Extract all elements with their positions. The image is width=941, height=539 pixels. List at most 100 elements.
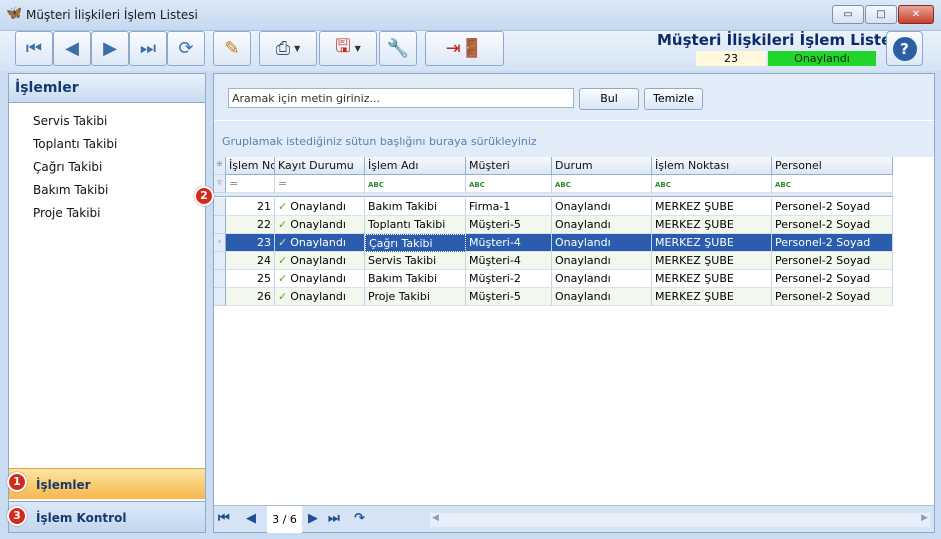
nav-item-cagri-takibi[interactable]: Çağrı Takibi <box>33 160 117 183</box>
nav-last-icon[interactable]: ⏭ <box>328 511 340 526</box>
refresh-icon: ⟳ <box>178 38 194 59</box>
filter-cell-musteri[interactable]: ABC <box>466 175 552 193</box>
cell-islem-adi: Bakım Takibi <box>365 270 466 288</box>
exit-icon: ⇥🚪 <box>445 38 484 59</box>
row-indicator[interactable] <box>214 216 226 234</box>
row-indicator[interactable] <box>214 288 226 306</box>
scroll-left-icon[interactable]: ◀ <box>432 513 439 523</box>
nav-item-toplanti-takibi[interactable]: Toplantı Takibi <box>33 137 117 160</box>
column-header-islem-noktasi[interactable]: İşlem Noktası <box>652 157 772 175</box>
cell-durum: Onaylandı <box>552 198 652 216</box>
filter-cell-islem-no[interactable]: = <box>226 175 275 193</box>
row-indicator-current[interactable]: › <box>214 234 226 252</box>
nav-next-icon[interactable]: ▶ <box>308 511 318 526</box>
prev-record-button[interactable]: ◀ <box>53 31 91 66</box>
column-header-musteri[interactable]: Müşteri <box>466 157 552 175</box>
search-input[interactable] <box>228 88 574 108</box>
exit-button[interactable]: ⇥🚪 <box>425 31 504 66</box>
table-row-selected[interactable]: › 23 ✓ Onaylandı Çağrı Takibi Müşteri-4 O… <box>214 234 893 252</box>
nav-prev-icon[interactable]: ◀ <box>246 511 256 526</box>
edit-button[interactable]: ✎ <box>213 31 251 66</box>
scroll-right-icon[interactable]: ▶ <box>921 513 928 523</box>
refresh-button[interactable]: ⟳ <box>167 31 205 66</box>
nav-group-islem-kontrol[interactable]: İşlem Kontrol <box>9 501 205 532</box>
edit-icon: ✎ <box>224 38 240 59</box>
table-row[interactable]: 21 ✓ Onaylandı Bakım Takibi Firma-1 Onayl… <box>214 198 893 216</box>
row-indicator[interactable] <box>214 252 226 270</box>
horizontal-scrollbar[interactable]: ◀ ▶ <box>430 513 930 527</box>
row-indicator[interactable] <box>214 270 226 288</box>
cell-musteri: Müşteri-4 <box>466 252 552 270</box>
cell-kayit-durumu: ✓ Onaylandı <box>275 270 365 288</box>
column-header-durum[interactable]: Durum <box>552 157 652 175</box>
column-header-personel[interactable]: Personel <box>772 157 893 175</box>
nav-item-proje-takibi[interactable]: Proje Takibi <box>33 206 117 229</box>
clear-button[interactable]: Temizle <box>644 88 703 110</box>
cell-kayit-durumu: ✓ Onaylandı <box>275 234 365 252</box>
first-record-button[interactable]: ⏮ <box>15 31 53 66</box>
table-row[interactable]: 22 ✓ Onaylandı Toplantı Takibi Müşteri-5 … <box>214 216 893 234</box>
cell-islem-no: 23 <box>226 234 275 252</box>
last-icon: ⏭ <box>139 38 157 59</box>
filter-icon[interactable]: ▿ <box>214 175 226 193</box>
filter-cell-islem-adi[interactable]: ABC <box>365 175 466 193</box>
cell-personel: Personel-2 Soyad <box>772 270 893 288</box>
close-button[interactable]: ✕ <box>898 5 934 24</box>
cell-personel: Personel-2 Soyad <box>772 252 893 270</box>
help-button[interactable]: ? <box>886 31 923 66</box>
row-indicator[interactable] <box>214 198 226 216</box>
cell-islem-adi: Bakım Takibi <box>365 198 466 216</box>
cell-islem-noktasi: MERKEZ ŞUBE <box>652 216 772 234</box>
cell-personel: Personel-2 Soyad <box>772 216 893 234</box>
find-button[interactable]: Bul <box>579 88 639 110</box>
filter-cell-personel[interactable]: ABC <box>772 175 893 193</box>
chevron-down-icon: ▼ <box>294 44 301 53</box>
prev-icon: ◀ <box>65 38 79 59</box>
first-icon: ⏮ <box>25 38 43 59</box>
cell-islem-noktasi: MERKEZ ŞUBE <box>652 270 772 288</box>
export-pdf-icon: 🖫 <box>335 35 351 57</box>
column-header-kayit-durumu[interactable]: Kayıt Durumu <box>275 157 365 175</box>
column-chooser-icon[interactable]: ✳ <box>214 157 226 175</box>
cell-personel: Personel-2 Soyad <box>772 234 893 252</box>
minimize-button[interactable]: ▭ <box>832 5 864 24</box>
cell-islem-no: 21 <box>226 198 275 216</box>
toolbar: ⏮ ◀ ▶ ⏭ ⟳ ✎ ⎙ ▼ 🖫 ▼ 🔧 ⇥🚪 Müşteri İlişkiler… <box>0 31 941 71</box>
filter-operator: = <box>278 177 288 190</box>
cell-musteri: Müşteri-2 <box>466 270 552 288</box>
nav-item-bakim-takibi[interactable]: Bakım Takibi <box>33 183 117 206</box>
filter-cell-durum[interactable]: ABC <box>552 175 652 193</box>
filter-cell-kayit-durumu[interactable]: = <box>275 175 365 193</box>
window-title: Müşteri İlişkileri İşlem Listesi <box>26 8 198 22</box>
cell-islem-noktasi: MERKEZ ŞUBE <box>652 234 772 252</box>
cell-musteri: Firma-1 <box>466 198 552 216</box>
cell-durum: Onaylandı <box>552 270 652 288</box>
cell-personel: Personel-2 Soyad <box>772 288 893 306</box>
cell-durum: Onaylandı <box>552 288 652 306</box>
table-row[interactable]: 26 ✓ Onaylandı Proje Takibi Müşteri-5 Ona… <box>214 288 893 306</box>
maximize-button[interactable]: □ <box>865 5 897 24</box>
print-button[interactable]: ⎙ ▼ <box>259 31 317 66</box>
main-pane: Bul Temizle Gruplamak istediğiniz sütun … <box>213 73 935 533</box>
group-by-panel[interactable]: Gruplamak istediğiniz sütun başlığını bu… <box>214 120 934 157</box>
callout-badge-3: 3 <box>7 506 27 526</box>
nav-group-islemler[interactable]: İşlemler <box>9 468 205 499</box>
filter-cell-islem-noktasi[interactable]: ABC <box>652 175 772 193</box>
grid-header-row: ✳ İşlem No Kayıt Durumu İşlem Adı Müşter… <box>214 157 893 175</box>
table-row[interactable]: 25 ✓ Onaylandı Bakım Takibi Müşteri-2 Ona… <box>214 270 893 288</box>
column-header-islem-no[interactable]: İşlem No <box>226 157 275 175</box>
tools-button[interactable]: 🔧 <box>379 31 417 66</box>
export-button[interactable]: 🖫 ▼ <box>319 31 377 66</box>
butterfly-icon: 🦋 <box>6 6 23 21</box>
cell-kayit-durumu: ✓ Onaylandı <box>275 198 365 216</box>
last-record-button[interactable]: ⏭ <box>129 31 167 66</box>
check-icon: ✓ <box>278 272 288 285</box>
table-row[interactable]: 24 ✓ Onaylandı Servis Takibi Müşteri-4 On… <box>214 252 893 270</box>
nav-refresh-icon[interactable]: ↷ <box>354 511 365 526</box>
column-header-islem-adi[interactable]: İşlem Adı <box>365 157 466 175</box>
search-area: Bul Temizle <box>214 74 934 120</box>
nav-item-servis-takibi[interactable]: Servis Takibi <box>33 114 117 137</box>
nav-first-icon[interactable]: ⏮ <box>218 511 230 526</box>
check-icon: ✓ <box>278 254 288 267</box>
next-record-button[interactable]: ▶ <box>91 31 129 66</box>
